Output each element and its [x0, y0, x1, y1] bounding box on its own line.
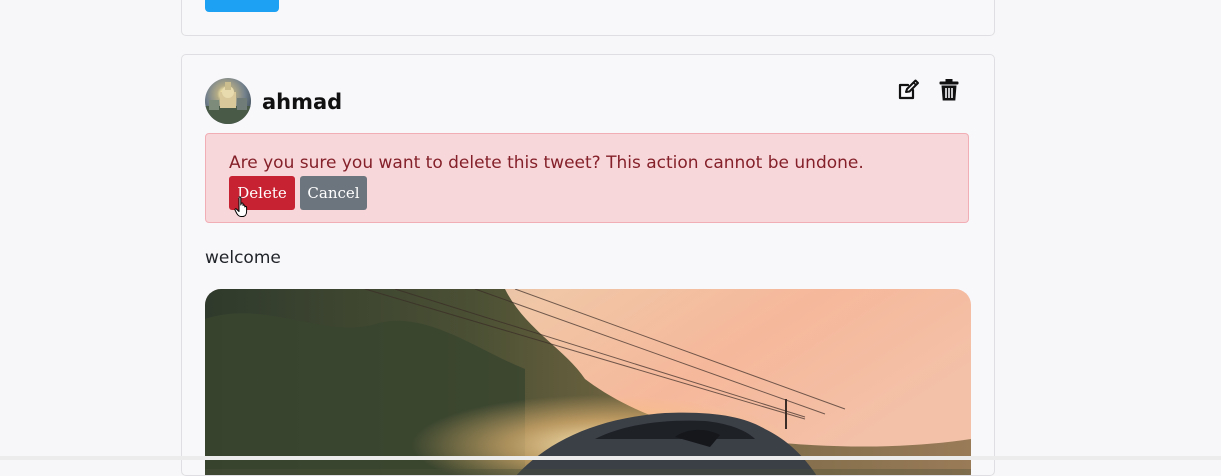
- delete-button[interactable]: [936, 77, 962, 103]
- car-photo: [205, 289, 971, 475]
- previous-tweet-card: [181, 0, 995, 36]
- tweet-text: welcome: [205, 248, 281, 268]
- bottom-divider: [0, 456, 1221, 460]
- edit-button[interactable]: [895, 77, 921, 103]
- confirmation-message: Are you sure you want to delete this twe…: [229, 153, 864, 173]
- edit-icon: [898, 79, 919, 100]
- avatar: [205, 78, 251, 124]
- delete-confirmation-alert: Are you sure you want to delete this twe…: [205, 133, 969, 223]
- cancel-button[interactable]: Cancel: [300, 176, 367, 210]
- confirm-delete-button[interactable]: Delete: [229, 176, 295, 210]
- trash-icon: [939, 79, 959, 101]
- previous-post-button[interactable]: [205, 0, 279, 12]
- avatar-image: [205, 82, 251, 124]
- username: ahmad: [262, 90, 343, 114]
- tweet-image: [205, 289, 971, 475]
- tweet-card: ahmad Are you sure you want to delete th…: [181, 54, 995, 476]
